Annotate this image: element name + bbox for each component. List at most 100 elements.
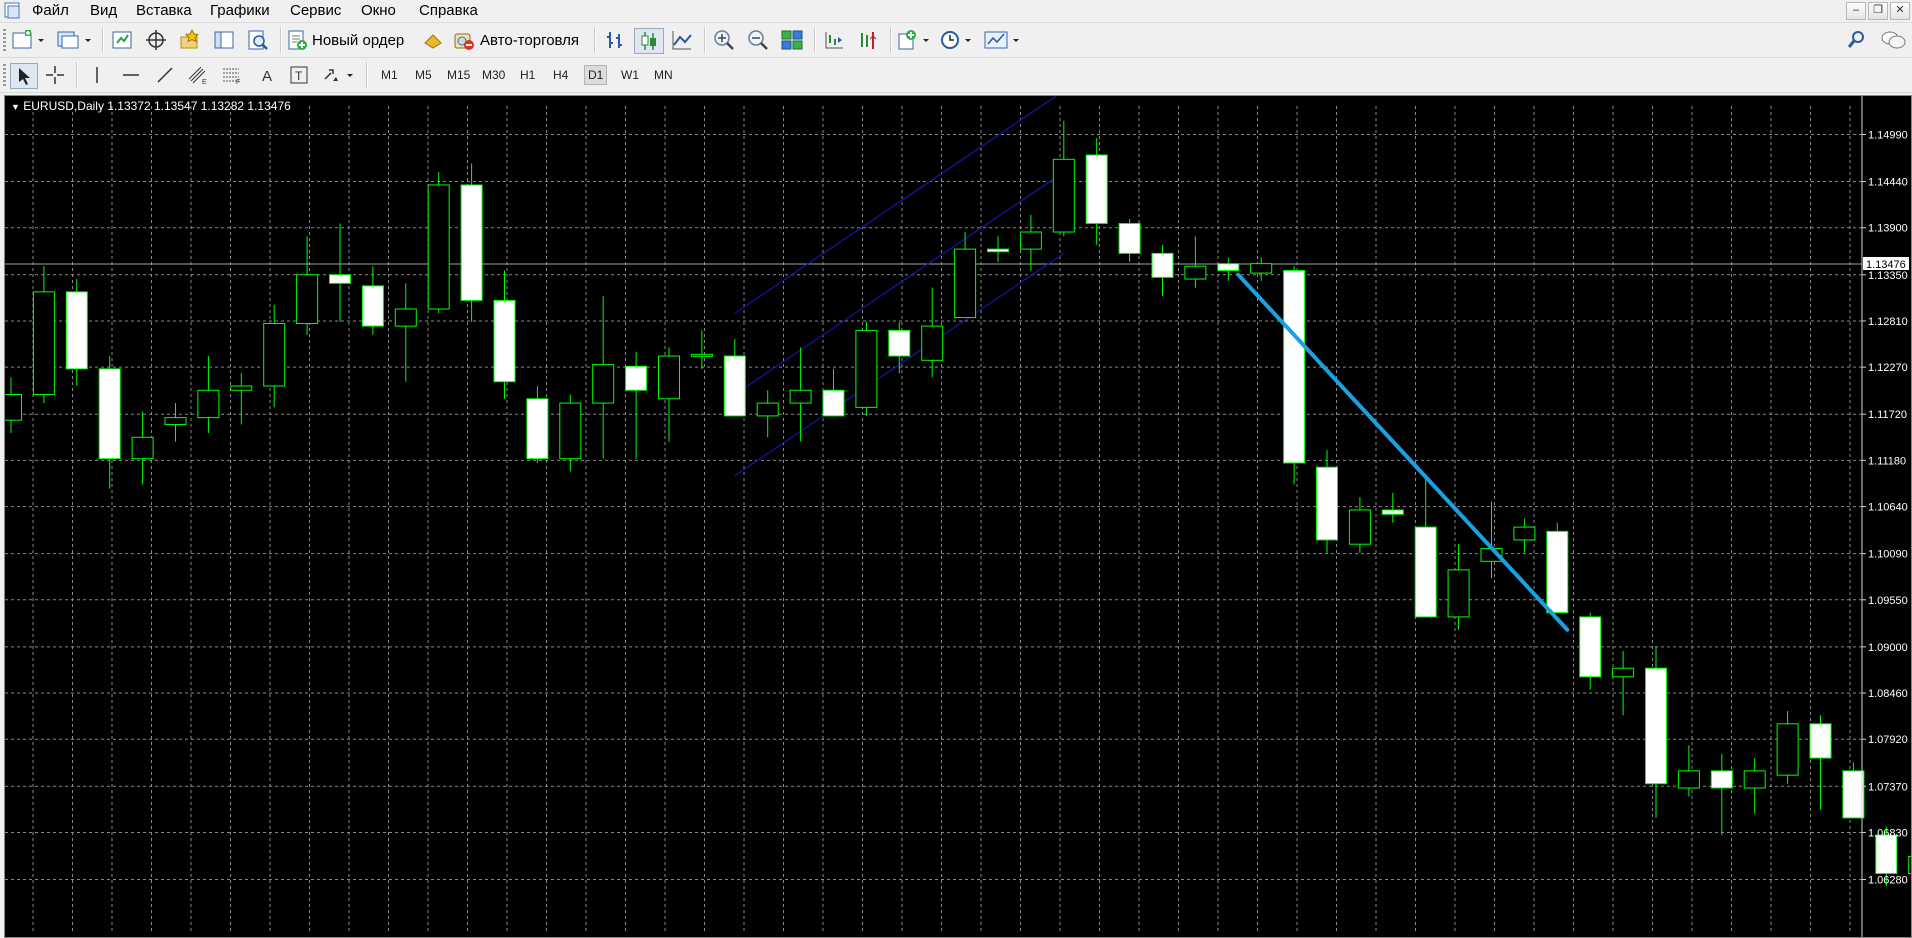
auto-trading-label: Авто-торговля [480,31,580,49]
candle [460,163,483,322]
navigator-button[interactable] [176,28,204,52]
profiles-button[interactable] [54,28,94,52]
market-watch-button[interactable] [108,28,136,52]
bar-chart-button[interactable] [602,28,630,52]
candle-body-bull [1052,158,1075,233]
close-button[interactable]: ✕ [1890,2,1910,20]
candle-body-bear [1546,530,1569,614]
candle [32,266,55,404]
trendline-tool[interactable] [152,63,178,87]
text-tool[interactable]: A [254,63,280,87]
price-tick-label: 1.08460 [1868,688,1908,700]
bar-chart-icon [607,32,622,48]
candle [756,390,779,438]
menu-insert[interactable]: Вставка [132,1,196,21]
chart-window[interactable]: 1.14990 1.14440 1.13900 1.13350 1.12810 1.122… [4,95,1912,938]
candle-body-bull [658,355,680,400]
candle [230,373,253,425]
menu-help[interactable]: Справка [415,1,482,21]
trendline-icon [157,67,173,83]
timeframe-m15[interactable]: M15 [444,66,473,84]
timeframe-h1[interactable]: H1 [517,66,538,84]
magnifier-doc-icon [248,30,268,50]
candlestick-icon [641,32,656,50]
fibonacci-tool[interactable]: F [218,63,246,87]
svg-text:A: A [262,68,272,85]
auto-trading-button[interactable]: Авто-торговля [452,28,588,52]
menu-file[interactable]: Файл [28,1,73,21]
strategy-tester-button[interactable] [244,28,272,52]
candle-body-bear [361,285,384,327]
candle [1809,715,1832,810]
candle-body-bear [625,365,648,391]
restore-button[interactable]: ❐ [1868,2,1888,20]
chart-menu-triangle-icon[interactable]: ▼ [11,102,20,112]
candle [1612,651,1635,716]
arrows-tool[interactable] [320,63,356,87]
price-chart[interactable]: 1.14990 1.14440 1.13900 1.13350 1.12810 1.122… [5,96,1911,937]
menu-window[interactable]: Окно [357,1,400,21]
new-order-button[interactable]: Новый ордер [286,28,416,52]
candle-body-bull [921,325,944,361]
indicators-button[interactable] [896,28,932,52]
timeframe-m30[interactable]: M30 [479,66,508,84]
zoom-in-button[interactable] [710,28,738,52]
tile-windows-button[interactable] [778,28,806,52]
candle [1513,518,1536,553]
periods-button[interactable] [938,28,974,52]
candle-body-bull [592,364,615,404]
menu-view[interactable]: Вид [86,1,121,21]
clock-icon [941,31,971,49]
timeframe-m5[interactable]: M5 [412,66,435,84]
timeframe-m1[interactable]: M1 [378,66,401,84]
toolbar-grip[interactable] [3,64,6,86]
metaeditor-button[interactable] [420,28,446,52]
auto-trading-icon [454,33,474,50]
menu-tools[interactable]: Сервис [286,1,345,21]
candle [1743,758,1766,814]
candle-body-bear [1809,723,1832,759]
line-chart-button[interactable] [668,28,696,52]
templates-button[interactable] [982,28,1022,52]
menu-charts[interactable]: Графики [206,1,274,21]
horizontal-line-tool[interactable] [118,63,144,87]
cursor-tool[interactable] [10,63,38,89]
candle [1184,236,1207,288]
candle [1348,497,1371,553]
candle [1677,745,1700,797]
equidistant-channel-tool[interactable]: E [184,63,212,87]
app-icon [4,2,20,19]
candle-body-bear [1151,252,1174,278]
timeframe-w1[interactable]: W1 [618,66,642,84]
text-label-tool[interactable]: T [286,63,312,87]
candlestick-chart-button[interactable] [634,28,664,54]
autoscroll-button[interactable] [820,28,848,52]
data-window-button[interactable] [142,28,170,52]
terminal-button[interactable] [210,28,238,52]
navigator-star-icon [180,29,200,49]
timeframe-d1[interactable]: D1 [584,65,608,85]
minimize-button[interactable]: – [1846,2,1866,20]
candle-body-bull [559,402,582,460]
vertical-line-tool[interactable] [84,63,110,87]
candle [526,385,549,463]
chart-shift-button[interactable] [854,28,882,52]
new-chart-button[interactable] [10,28,46,52]
timeframe-h4[interactable]: H4 [550,66,571,84]
crosshair-tool[interactable] [42,63,68,87]
candle-body-bear [1118,222,1141,254]
timeframe-mn[interactable]: MN [651,66,676,84]
channel-boundary-line[interactable] [734,96,1064,314]
search-button[interactable] [1844,28,1870,52]
toolbar-grip[interactable] [3,29,6,51]
price-tick-label: 1.09000 [1868,642,1908,654]
candle [5,377,22,434]
chat-button[interactable] [1878,28,1908,52]
zoom-in-icon [714,30,734,50]
zoom-out-icon [748,30,768,50]
metaeditor-icon [424,34,442,49]
candle [1710,753,1733,836]
zoom-out-button[interactable] [744,28,772,52]
candle-body-bull [394,308,417,327]
candle-body-bear [526,398,549,460]
